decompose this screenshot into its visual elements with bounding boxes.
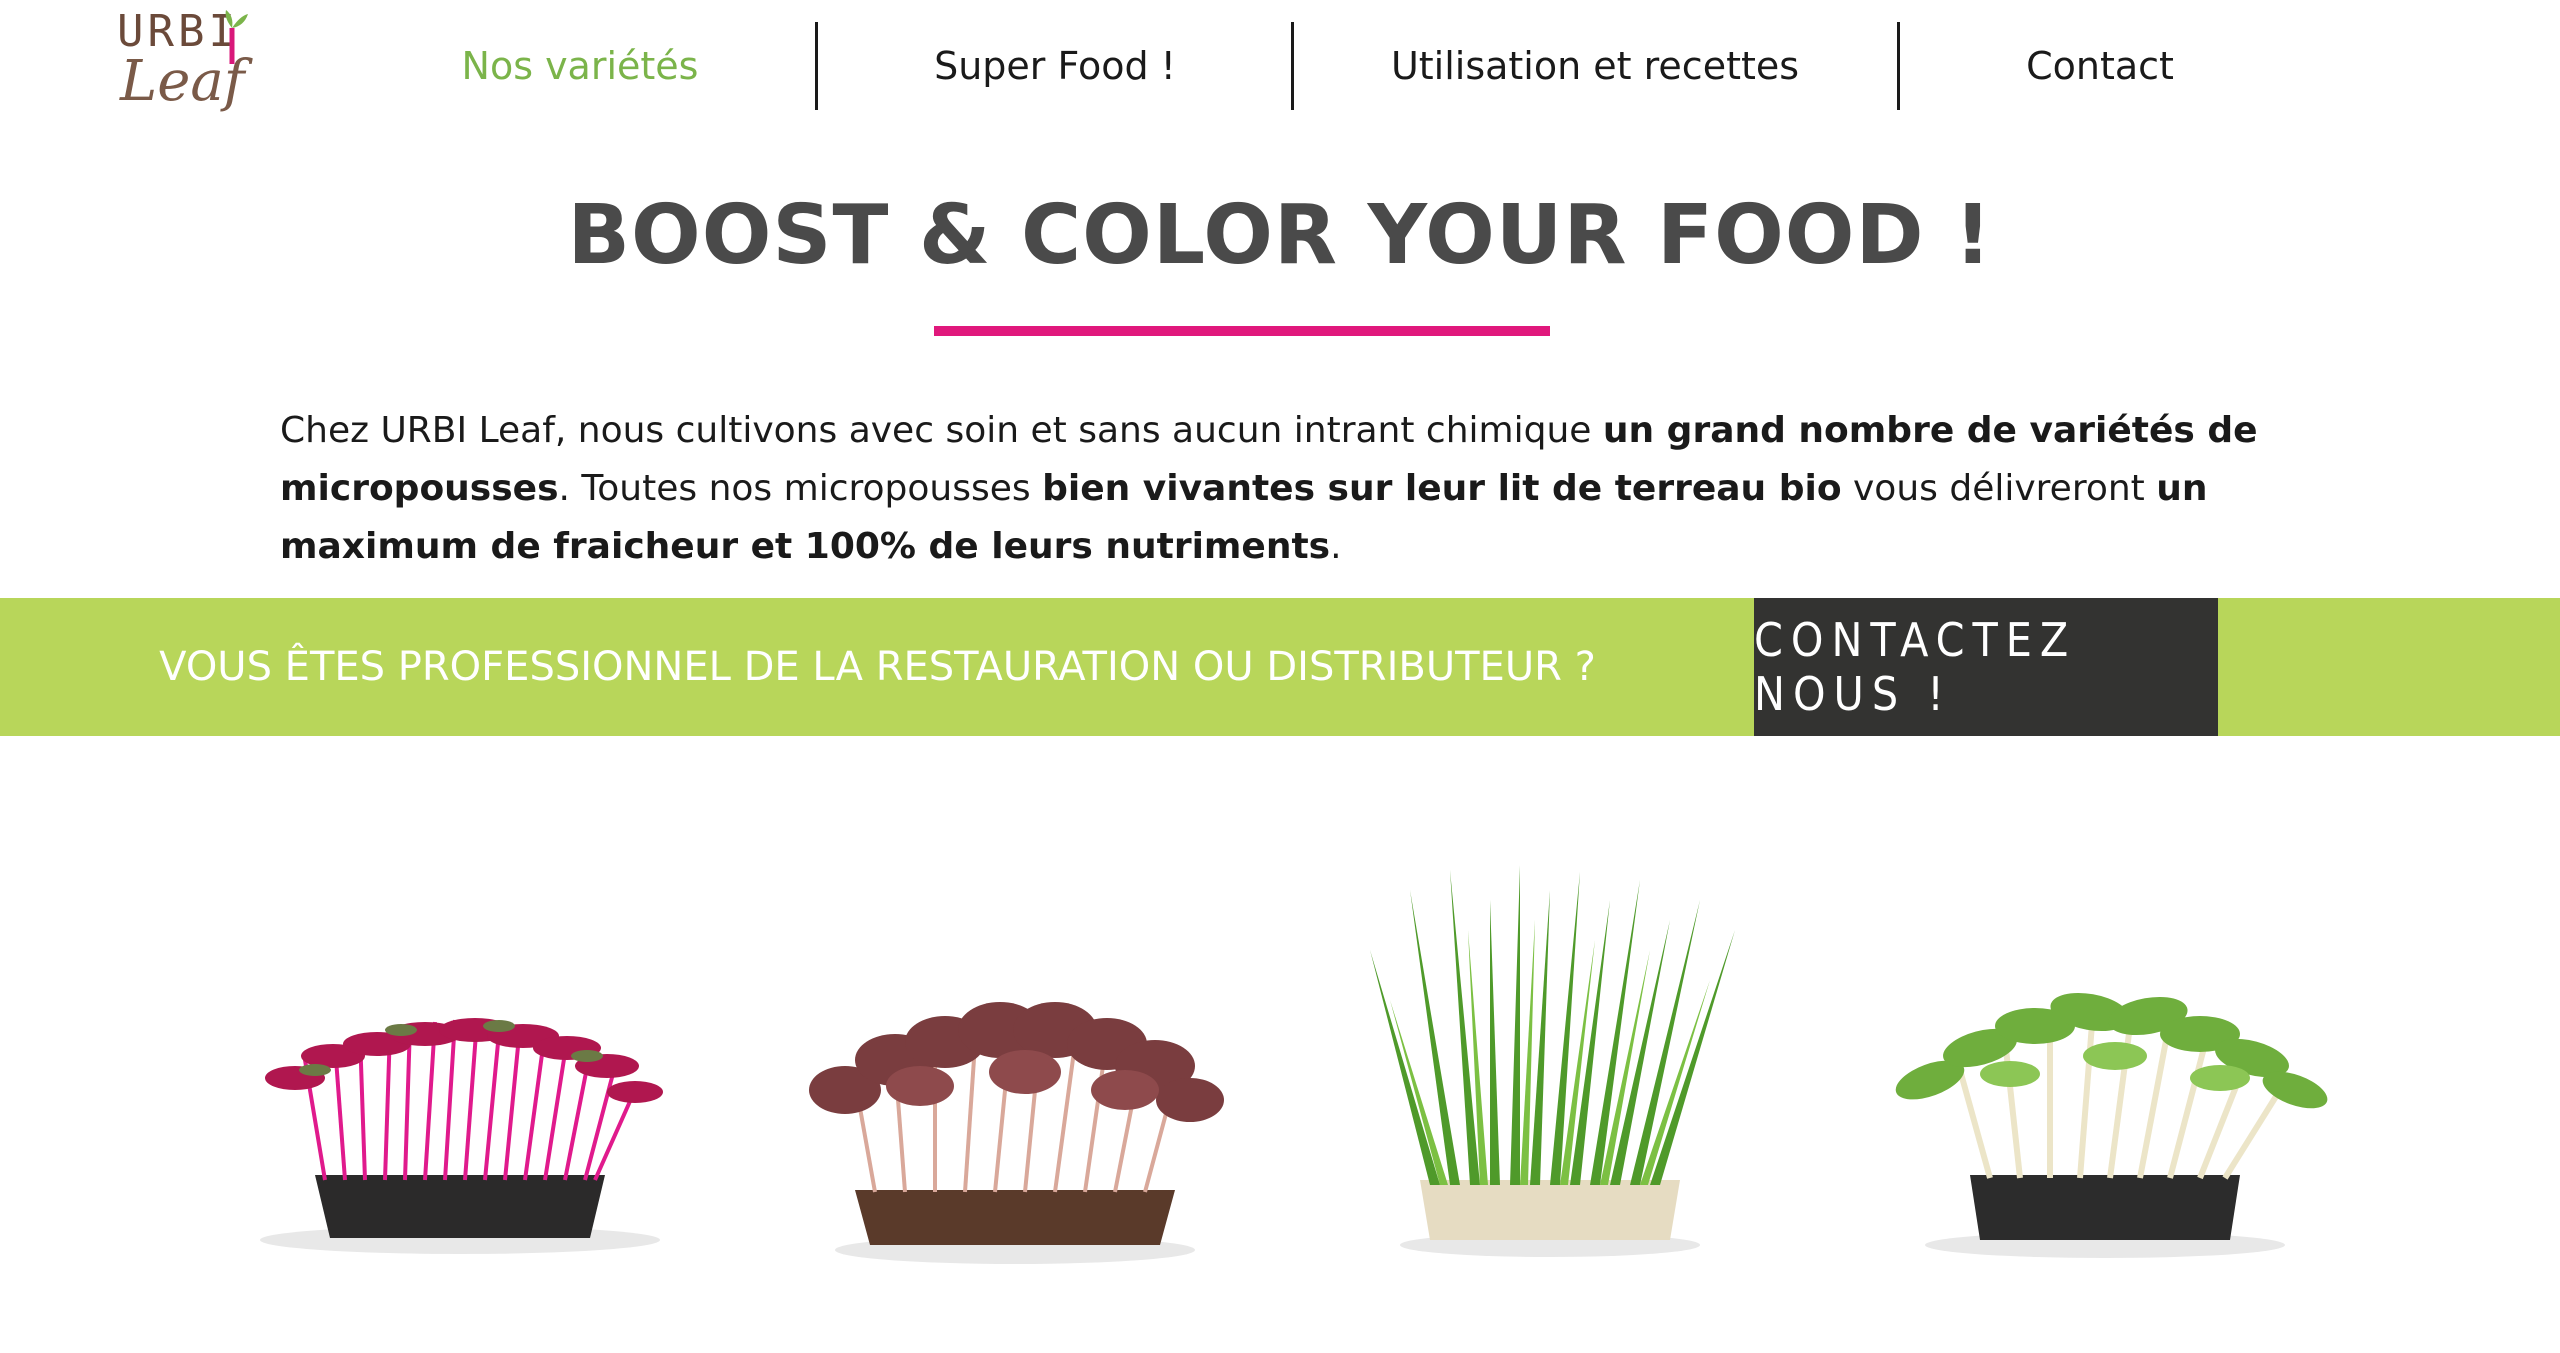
nav-divider bbox=[1897, 22, 1900, 110]
red-shiso-microgreens-image bbox=[809, 1002, 1224, 1264]
product-wheatgrass[interactable] bbox=[1350, 860, 1750, 1264]
nav-item-recettes[interactable]: Utilisation et recettes bbox=[1330, 22, 1860, 110]
nav-divider bbox=[815, 22, 818, 110]
nav-divider bbox=[1291, 22, 1294, 110]
intro-text: . bbox=[1330, 526, 1342, 567]
nav-item-super-food[interactable]: Super Food ! bbox=[855, 22, 1255, 110]
page-title: BOOST & COLOR YOUR FOOD ! bbox=[567, 188, 1993, 283]
product-red-shiso[interactable] bbox=[785, 960, 1245, 1274]
intro-text: Chez URBI Leaf, nous cultivons avec soin… bbox=[280, 410, 1603, 451]
title-underline bbox=[934, 326, 1550, 336]
nav-item-contact[interactable]: Contact bbox=[1940, 22, 2260, 110]
main-nav: Nos variétés Super Food ! Utilisation et… bbox=[0, 22, 2560, 110]
wheatgrass-microgreens-image bbox=[1370, 865, 1735, 1257]
sunflower-microgreens-image bbox=[1895, 992, 2328, 1258]
cta-banner-text: VOUS ÊTES PROFESSIONNEL DE LA RESTAURATI… bbox=[159, 644, 1596, 690]
intro-bold: bien vivantes sur leur lit de terreau bi… bbox=[1042, 468, 1842, 509]
nav-item-varietes[interactable]: Nos variétés bbox=[380, 22, 780, 110]
contact-us-button[interactable]: CONTACTEZ NOUS ! bbox=[1754, 598, 2218, 736]
product-sunflower[interactable] bbox=[1860, 960, 2350, 1264]
intro-paragraph: Chez URBI Leaf, nous cultivons avec soin… bbox=[280, 402, 2340, 576]
intro-text: vous délivreront bbox=[1841, 468, 2157, 509]
intro-text: . Toutes nos micropousses bbox=[558, 468, 1043, 509]
product-amaranth[interactable] bbox=[215, 1000, 705, 1264]
cta-banner: VOUS ÊTES PROFESSIONNEL DE LA RESTAURATI… bbox=[0, 598, 2560, 736]
amaranth-microgreens-image bbox=[260, 1018, 663, 1254]
